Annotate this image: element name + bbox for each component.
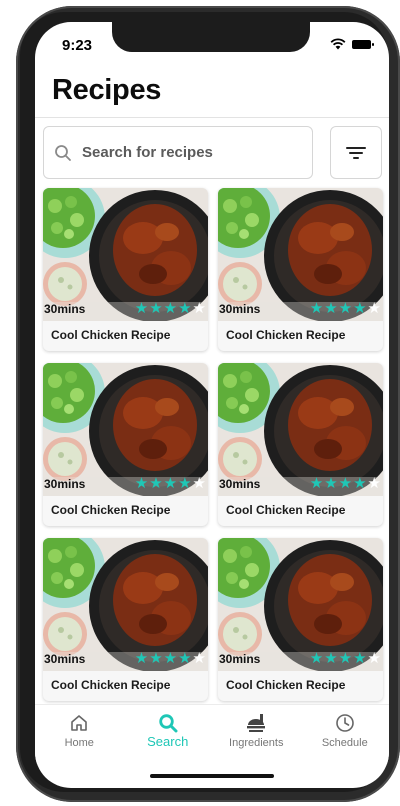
rating-stars: ★ ★ ★ ★ ★ [135,476,206,491]
star-icon: ★ [367,650,381,667]
recipe-time: 30mins [219,652,261,666]
star-icon: ★ [134,650,149,667]
star-icon: ★ [324,650,338,667]
star-icon: ★ [309,300,324,317]
app-screen: 9:23 Recipes Search for recipes 30mins ★… [35,22,389,788]
star-icon: ★ [353,475,367,492]
star-icon: ★ [309,650,324,667]
home-indicator [150,774,274,778]
battery-icon [352,39,374,49]
star-icon: ★ [338,300,353,317]
search-input[interactable] [82,144,292,161]
tab-ingredients[interactable]: Ingredients [216,705,296,764]
star-icon: ★ [353,650,367,667]
star-icon: ★ [178,475,192,492]
tab-label-schedule: Schedule [321,737,368,749]
star-icon: ★ [149,475,163,492]
recipe-time: 30mins [44,652,86,666]
star-icon: ★ [309,475,324,492]
star-icon: ★ [178,650,192,667]
recipe-title: Cool Chicken Recipe [51,678,171,692]
search-icon [159,714,178,733]
star-icon: ★ [367,475,381,492]
recipe-time: 30mins [219,302,261,316]
star-icon: ★ [163,475,178,492]
tab-search[interactable]: Search [128,705,208,764]
status-icons [330,38,374,50]
star-icon: ★ [134,475,149,492]
status-time: 9:23 [62,37,93,54]
tab-label-search: Search [147,734,189,749]
star-icon: ★ [192,650,206,667]
search-icon [55,144,71,161]
star-icon: ★ [192,300,206,317]
recipe-card[interactable]: 30mins ★ ★ ★ ★ ★ Cool Chicken Recipe [218,538,383,701]
wifi-icon [330,38,346,50]
tab-label-ingredients: Ingredients [229,737,284,749]
star-icon: ★ [338,475,353,492]
star-icon: ★ [163,300,178,317]
recipe-card[interactable]: 30mins ★ ★ ★ ★ ★ Cool Chicken Recipe [43,363,208,526]
recipe-card[interactable]: 30mins ★ ★ ★ ★ ★ Cool Chicken Recipe [218,363,383,526]
star-icon: ★ [367,300,381,317]
star-icon: ★ [338,650,353,667]
home-icon [71,715,88,731]
clock-icon [335,714,354,732]
recipe-time: 30mins [44,477,86,491]
recipe-time: 30mins [219,477,261,491]
rating-stars: ★ ★ ★ ★ ★ [310,476,381,491]
star-icon: ★ [353,300,367,317]
star-icon: ★ [134,300,149,317]
filter-button[interactable] [330,126,382,179]
rating-stars: ★ ★ ★ ★ ★ [310,651,381,666]
recipe-title: Cool Chicken Recipe [226,503,346,517]
recipe-title: Cool Chicken Recipe [226,328,346,342]
star-icon: ★ [163,650,178,667]
recipe-time: 30mins [44,302,86,316]
star-icon: ★ [149,650,163,667]
tab-home[interactable]: Home [39,705,119,764]
recipe-card[interactable]: 30mins ★ ★ ★ ★ ★ Cool Chicken Recipe [218,188,383,351]
search-box[interactable] [43,126,313,179]
star-icon: ★ [149,300,163,317]
star-icon: ★ [178,300,192,317]
star-icon: ★ [324,300,338,317]
recipe-title: Cool Chicken Recipe [51,503,171,517]
serving-dish-icon [247,714,266,732]
recipe-card[interactable]: 30mins ★ ★ ★ ★ ★ Cool Chicken Recipe [43,538,208,701]
tab-schedule[interactable]: Schedule [305,705,385,764]
page-title: Recipes [52,74,162,106]
star-icon: ★ [192,475,206,492]
tab-label-home: Home [64,737,94,749]
tab-bar: Home Search Ingredients Schedule [35,704,389,764]
rating-stars: ★ ★ ★ ★ ★ [135,651,206,666]
star-icon: ★ [324,475,338,492]
rating-stars: ★ ★ ★ ★ ★ [310,301,381,316]
filter-icon [346,146,366,159]
rating-stars: ★ ★ ★ ★ ★ [135,301,206,316]
notch [112,22,310,52]
header-divider [35,117,389,118]
recipe-title: Cool Chicken Recipe [226,678,346,692]
recipe-card[interactable]: 30mins ★ ★ ★ ★ ★ Cool Chicken Recipe [43,188,208,351]
recipe-title: Cool Chicken Recipe [51,328,171,342]
